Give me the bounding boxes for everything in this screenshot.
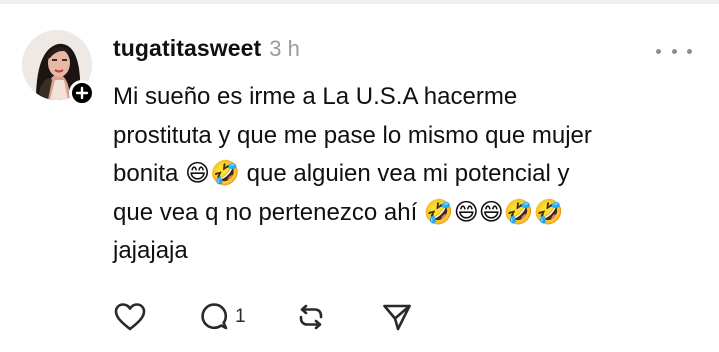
post-text-line: que vea q no pertenezco ahí 🤣😄😄🤣🤣 [113, 198, 564, 226]
timestamp: 3 h [269, 36, 300, 61]
more-horizontal-icon [656, 48, 661, 54]
more-options-button[interactable] [656, 44, 692, 58]
thread-post: tugatitasweet 3 h Mi sueño es irme a La … [0, 4, 719, 352]
avatar-container[interactable] [22, 30, 96, 106]
repost-icon [299, 304, 323, 330]
post-text-line: prostituta y que me pase lo mismo que mu… [113, 121, 592, 149]
reply-button[interactable]: 1 [199, 301, 295, 333]
post-text-line: bonita 😄🤣 que alguien vea mi potencial y [113, 160, 570, 187]
post-text-line: jajajaja [113, 237, 188, 264]
reply-count: 1 [235, 306, 246, 327]
follow-badge[interactable] [69, 80, 95, 106]
repost-button[interactable] [295, 301, 381, 333]
post-header: tugatitasweet 3 h [113, 35, 300, 65]
send-icon [383, 304, 411, 331]
like-button[interactable] [113, 301, 199, 333]
post-text: Mi sueño es irme a La U.S.A hacerme pros… [113, 78, 703, 271]
share-button[interactable] [381, 301, 413, 333]
post-text-line: Mi sueño es irme a La U.S.A hacerme [113, 83, 518, 110]
comment-icon [201, 303, 228, 330]
heart-icon [114, 303, 146, 331]
plus-icon [75, 86, 89, 100]
username[interactable]: tugatitasweet [113, 35, 261, 62]
action-bar: 1 [113, 300, 413, 334]
